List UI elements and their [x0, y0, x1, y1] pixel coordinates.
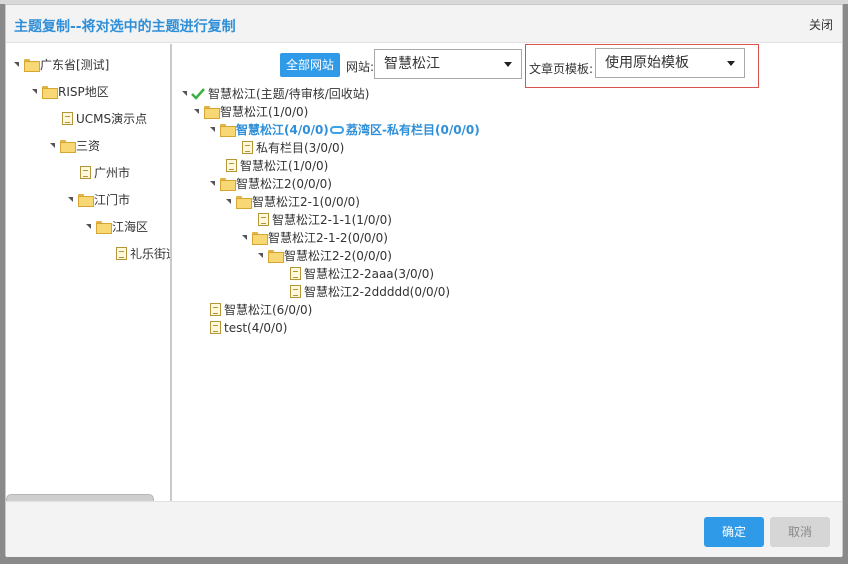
dropdown-arrow-icon [727, 61, 735, 66]
expand-toggle-icon[interactable] [50, 143, 55, 148]
tree-item-label: 智慧松江2-1(0/0/0) [252, 195, 360, 209]
dropdown-arrow-icon [504, 62, 512, 67]
folder-icon [236, 196, 252, 209]
expand-toggle-icon[interactable] [210, 181, 215, 186]
left-region-tree: 广东省[测试] RISP地区 UCMS演示点 三资 广州市 江门市 江海区 礼乐… [6, 44, 172, 501]
expand-toggle-icon[interactable] [226, 199, 231, 204]
tree-item-label: 智慧松江2-2ddddd(0/0/0) [304, 285, 451, 299]
folder-icon [60, 140, 76, 153]
site-select-value: 智慧松江 [384, 56, 440, 72]
tree-item-label: 广东省[测试] [40, 58, 110, 72]
file-icon [290, 285, 301, 298]
close-button[interactable]: 关闭 [809, 16, 833, 33]
expand-toggle-icon[interactable] [14, 62, 19, 67]
folder-icon [204, 106, 220, 119]
horizontal-scrollbar[interactable] [6, 494, 154, 501]
tree-item-label: 智慧松江(主题/待审核/回收站) [208, 87, 370, 101]
expand-toggle-icon[interactable] [182, 91, 187, 96]
tree-item-label: 私有栏目(3/0/0) [256, 141, 345, 155]
tree-item-label: 智慧松江2-2aaa(3/0/0) [304, 267, 435, 281]
template-select[interactable]: 使用原始模板 [595, 48, 745, 78]
template-select-value: 使用原始模板 [605, 55, 689, 71]
folder-icon [220, 178, 236, 191]
tree-item-label: 江门市 [94, 193, 131, 207]
folder-icon [24, 59, 40, 72]
linked-topic-label[interactable]: 荔湾区-私有栏目(0/0/0) [346, 122, 480, 138]
expand-toggle-icon[interactable] [210, 127, 215, 132]
tree-item-label: test(4/0/0) [224, 321, 288, 335]
tree-item-label: UCMS演示点 [76, 112, 148, 126]
folder-icon [252, 232, 268, 245]
tree-item-label: RISP地区 [58, 85, 109, 99]
tree-item-label: 智慧松江(4/0/0) [236, 123, 329, 137]
all-sites-button[interactable]: 全部网站 [280, 53, 340, 77]
file-icon [290, 267, 301, 280]
tree-item-label: 智慧松江(6/0/0) [224, 303, 313, 317]
dialog-titlebar: 主题复制--将对选中的主题进行复制 关闭 [6, 5, 842, 43]
cancel-button[interactable]: 取消 [770, 517, 830, 547]
tree-item-label: 智慧松江2-1-2(0/0/0) [268, 231, 388, 245]
file-icon [62, 112, 73, 125]
expand-toggle-icon[interactable] [86, 224, 91, 229]
tree-item-label: 三资 [76, 139, 101, 153]
file-icon [226, 159, 237, 172]
template-label: 文章页模板: [529, 62, 594, 76]
expand-toggle-icon[interactable] [242, 235, 247, 240]
tree-item-label: 智慧松江(1/0/0) [240, 159, 329, 173]
file-icon [258, 213, 269, 226]
tree-item-label: 广州市 [94, 166, 131, 180]
expand-toggle-icon[interactable] [32, 89, 37, 94]
tree-item-label: 智慧松江(1/0/0) [220, 105, 309, 119]
tree-item-label: 智慧松江2-2(0/0/0) [284, 249, 392, 263]
expand-toggle-icon[interactable] [194, 109, 199, 114]
site-label: 网站: [346, 60, 375, 74]
file-icon [242, 141, 253, 154]
ok-button[interactable]: 确定 [704, 517, 764, 547]
tree-item-label: 智慧松江2-1-1(1/0/0) [272, 213, 392, 227]
file-icon [210, 321, 221, 334]
folder-icon [42, 86, 58, 99]
expand-toggle-icon[interactable] [68, 197, 73, 202]
file-icon [80, 166, 91, 179]
site-select[interactable]: 智慧松江 [374, 49, 522, 79]
folder-icon [220, 124, 236, 137]
checkmark-icon [191, 88, 205, 100]
topic-pane: 全部网站 网站: 智慧松江 文章页模板: 使用原始模板 智慧松江(主题/待审核/… [174, 44, 842, 501]
tree-item-label: 江海区 [112, 220, 149, 234]
dialog-title: 主题复制--将对选中的主题进行复制 [14, 19, 236, 35]
expand-toggle-icon[interactable] [258, 253, 263, 258]
file-icon [210, 303, 221, 316]
file-icon [116, 247, 127, 260]
folder-icon [268, 250, 284, 263]
tree-item-label: 礼乐街道 [130, 247, 170, 261]
link-icon [330, 126, 344, 134]
topic-copy-dialog: 主题复制--将对选中的主题进行复制 关闭 广东省[测试] RISP地区 UCMS… [5, 4, 843, 557]
tree-item-label: 智慧松江2(0/0/0) [236, 177, 332, 191]
dialog-footer: 确定 取消 [6, 501, 842, 557]
folder-icon [96, 221, 112, 234]
folder-icon [78, 194, 94, 207]
